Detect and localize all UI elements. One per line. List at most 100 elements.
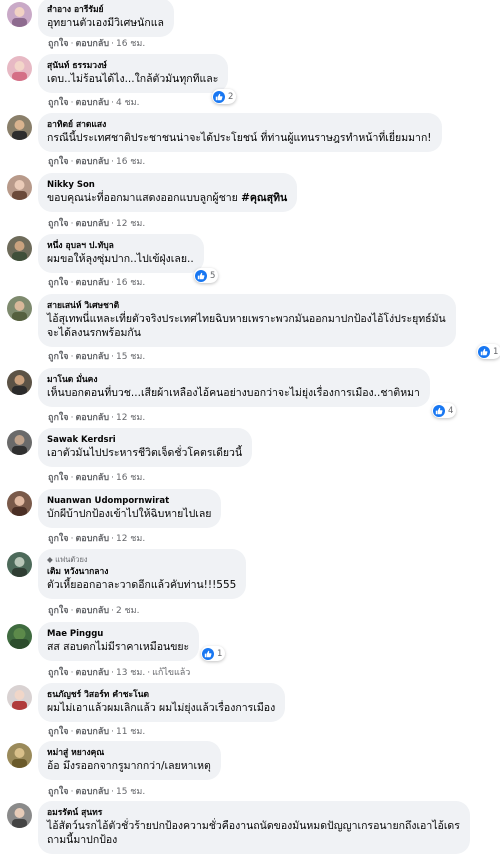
comment-actions: ถูกใจ · ตอบกลับ · 4 ชม. xyxy=(48,97,139,109)
comment-time[interactable]: 16 ชม. xyxy=(116,39,145,49)
avatar[interactable] xyxy=(7,803,32,828)
commenter-name[interactable]: มาโนด มั่นคง xyxy=(47,374,420,386)
avatar[interactable] xyxy=(7,296,32,321)
comment-bubble: Nikky Son ขอบคุณน่ะที่ออกมาแสดงออกแบบลูก… xyxy=(38,173,298,212)
comment-text: ไอ้สัตว์นรกไอ้ตัวชั่วร้ายปกป้องความชั่วค… xyxy=(47,820,460,832)
comment-actions: ถูกใจ · ตอบกลับ · 16 ชม. xyxy=(48,156,145,168)
reply-button[interactable]: ตอบกลับ xyxy=(75,534,109,544)
comment-actions: ถูกใจ · ตอบกลับ · 11 ชม. xyxy=(48,726,145,738)
reply-button[interactable]: ตอบกลับ xyxy=(75,787,109,797)
commenter-name[interactable]: หนึ่ง อุบลฯ ป.ทับุล xyxy=(47,240,194,252)
comment-bubble: มาโนด มั่นคง เห็นบอกตอนที่บวช...เสียผ้าเ… xyxy=(38,368,430,407)
like-button[interactable]: ถูกใจ xyxy=(48,473,69,483)
commenter-name[interactable]: สุนันท์ ธรรมวงษ์ xyxy=(47,60,218,72)
comment-time[interactable]: 12 ชม. xyxy=(116,534,145,544)
reaction-count: 1 xyxy=(493,346,499,357)
like-button[interactable]: ถูกใจ xyxy=(48,98,69,108)
commenter-name[interactable]: อาทิตย์ สาดแสง xyxy=(47,119,432,131)
comment-time[interactable]: 16 ชม. xyxy=(116,157,145,167)
reply-button[interactable]: ตอบกลับ xyxy=(75,473,109,483)
like-button[interactable]: ถูกใจ xyxy=(48,278,69,288)
top-fan-badge[interactable]: ◆ แฟนตัวยง xyxy=(47,555,236,565)
separator: · xyxy=(111,668,114,678)
comment-bubble: Sawak Kerdsri เอาตัวมันไปประหารชีวิตเจ็ด… xyxy=(38,428,253,467)
reaction-badge[interactable]: 5 xyxy=(194,268,219,283)
reply-button[interactable]: ตอบกลับ xyxy=(75,727,109,737)
commenter-name[interactable]: Mae Pinggu xyxy=(47,628,189,640)
commenter-name[interactable]: Sawak Kerdsri xyxy=(47,434,242,446)
like-button[interactable]: ถูกใจ xyxy=(48,413,69,423)
reply-button[interactable]: ตอบกลับ xyxy=(75,413,109,423)
comment-time[interactable]: 2 ชม. xyxy=(116,606,140,616)
avatar[interactable] xyxy=(7,370,32,395)
comment-time[interactable]: 11 ชม. xyxy=(116,727,145,737)
reply-button[interactable]: ตอบกลับ xyxy=(75,668,109,678)
avatar[interactable] xyxy=(7,115,32,140)
comment-text: เอาตัวมันไปประหารชีวิตเจ็ดชั่วโคตรเดียวน… xyxy=(47,447,243,459)
separator: · xyxy=(111,727,114,737)
commenter-name[interactable]: สำอาง อารีรัมย์ xyxy=(47,4,164,16)
like-button[interactable]: ถูกใจ xyxy=(48,534,69,544)
like-button[interactable]: ถูกใจ xyxy=(48,727,69,737)
comment-time[interactable]: 15 ชม. xyxy=(116,787,145,797)
like-button[interactable]: ถูกใจ xyxy=(48,352,69,362)
comment-time[interactable]: 15 ชม. xyxy=(116,352,145,362)
like-button[interactable]: ถูกใจ xyxy=(48,668,69,678)
reply-button[interactable]: ตอบกลับ xyxy=(75,606,109,616)
reply-button[interactable]: ตอบกลับ xyxy=(75,98,109,108)
separator: · xyxy=(111,39,114,49)
like-button[interactable]: ถูกใจ xyxy=(48,39,69,49)
comment-bubble: สายเสน่ห์ วิเศษชาติ ไอ้สุเทพนี่แหละเที่ย… xyxy=(38,294,456,347)
like-button[interactable]: ถูกใจ xyxy=(48,157,69,167)
like-button[interactable]: ถูกใจ xyxy=(48,606,69,616)
comment-actions: ถูกใจ · ตอบกลับ · 13 ชม. · แก้ไขแล้ว xyxy=(48,667,190,679)
reaction-badge[interactable]: 2 xyxy=(212,89,237,104)
reply-button[interactable]: ตอบกลับ xyxy=(75,39,109,49)
comment-time[interactable]: 13 ชม. xyxy=(116,668,145,678)
avatar[interactable] xyxy=(7,56,32,81)
commenter-name[interactable]: อมรรัตน์ สุนทร xyxy=(47,807,460,819)
reaction-badge[interactable]: 4 xyxy=(432,403,457,418)
separator: · xyxy=(111,534,114,544)
comment-time[interactable]: 16 ชม. xyxy=(116,278,145,288)
reply-button[interactable]: ตอบกลับ xyxy=(75,219,109,229)
avatar[interactable] xyxy=(7,2,32,27)
comment-bubble: สำอาง อารีรัมย์ อุทยานตัวเองมีวิเศษนักแล xyxy=(38,0,174,37)
diamond-icon: ◆ xyxy=(47,555,56,564)
reply-button[interactable]: ตอบกลับ xyxy=(75,352,109,362)
commenter-name[interactable]: Nikky Son xyxy=(47,179,287,191)
comment-time[interactable]: 12 ชม. xyxy=(116,219,145,229)
separator: · xyxy=(70,606,74,616)
avatar[interactable] xyxy=(7,175,32,200)
reaction-badge[interactable]: 1 xyxy=(477,344,500,359)
avatar[interactable] xyxy=(7,236,32,261)
comment-text: ผมขอให้ลุงซุ่มปาก..ไปเข้ฝุ่งเลย.. xyxy=(47,253,194,265)
commenter-name[interactable]: Nuanwan Udompornwirat xyxy=(47,495,211,507)
avatar[interactable] xyxy=(7,685,32,710)
avatar[interactable] xyxy=(7,624,32,649)
comment-text-body: ขอบคุณน่ะที่ออกมาแสดงออกแบบลูกผู้ชาย xyxy=(47,192,242,204)
avatar[interactable] xyxy=(7,743,32,768)
commenter-name[interactable]: ธนภัญชร์ วิสอร์ท คำชะโนด xyxy=(47,689,275,701)
comment-actions: ถูกใจ · ตอบกลับ · 12 ชม. xyxy=(48,218,145,230)
reply-button[interactable]: ตอบกลับ xyxy=(75,278,109,288)
avatar[interactable] xyxy=(7,430,32,455)
like-button[interactable]: ถูกใจ xyxy=(48,787,69,797)
separator: · xyxy=(70,473,74,483)
comment-text: กรณีนี้ประเทศชาติประชาชนน่าจะได้ประโยชน์… xyxy=(47,132,432,144)
comment-time[interactable]: 16 ชม. xyxy=(116,473,145,483)
commenter-name[interactable]: เติม หวังนากลาง xyxy=(47,566,236,578)
comment-time[interactable]: 4 ชม. xyxy=(116,98,140,108)
commenter-name[interactable]: สายเสน่ห์ วิเศษชาติ xyxy=(47,300,446,312)
hashtag-link[interactable]: #คุณสุทิน xyxy=(241,192,287,204)
comment-time[interactable]: 12 ชม. xyxy=(116,413,145,423)
avatar[interactable] xyxy=(7,491,32,516)
reaction-count: 4 xyxy=(448,405,454,416)
reply-button[interactable]: ตอบกลับ xyxy=(75,157,109,167)
edited-label[interactable]: แก้ไขแล้ว xyxy=(152,668,190,678)
reaction-badge[interactable]: 1 xyxy=(201,646,226,661)
separator: · xyxy=(111,278,114,288)
commenter-name[interactable]: หม่าสู่ หยางคุณ xyxy=(47,747,211,759)
avatar[interactable] xyxy=(7,552,32,577)
like-button[interactable]: ถูกใจ xyxy=(48,219,69,229)
